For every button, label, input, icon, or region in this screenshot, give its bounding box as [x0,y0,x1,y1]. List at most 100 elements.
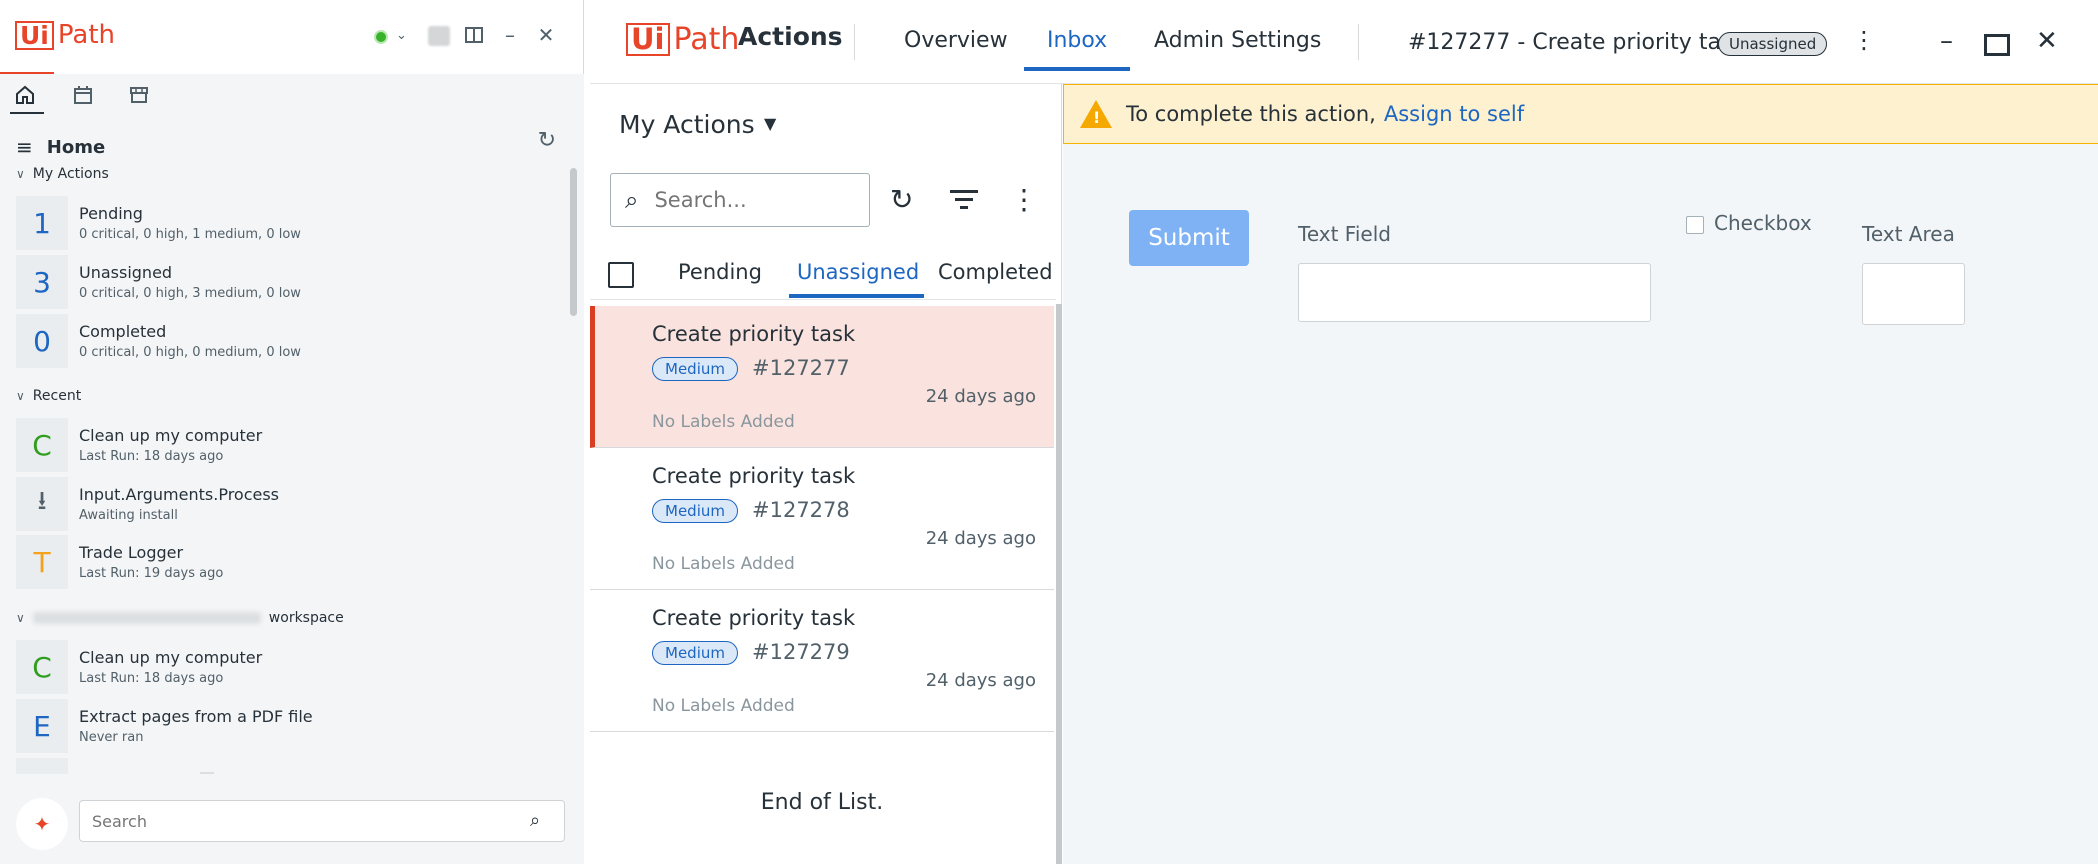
checkbox[interactable] [1686,216,1704,234]
calendar-tab[interactable] [68,82,98,108]
minimize-icon[interactable]: – [1940,26,1953,56]
chevron-down-icon: ∨ [16,389,25,403]
more-vert-icon[interactable]: ⋮ [1852,26,1876,54]
tab-pending[interactable]: Pending [678,260,762,284]
workspace-section-header[interactable]: ∨ workspace [16,610,344,626]
uipath-logo: Ui Path [15,20,115,50]
priority-badge: Medium [652,357,738,381]
home-icon [16,85,34,104]
action-card[interactable]: Create priority task Medium #127277 24 d… [590,306,1054,448]
store-tab[interactable] [124,82,154,108]
assistant-search-input[interactable] [79,800,565,842]
priority-badge: Medium [652,499,738,523]
logo-path-text: Path [673,22,740,57]
caret-down-icon[interactable]: ▼ [764,114,776,133]
logo-path-text: Path [57,20,115,50]
text-area-label: Text Area [1862,222,1955,246]
recent-section-header[interactable]: ∨ Recent [16,388,81,404]
action-card[interactable]: Create priority task Medium #127279 24 d… [590,590,1054,732]
assign-to-self-link[interactable]: Assign to self [1384,102,1524,126]
product-name: Actions [738,22,843,51]
search-icon: ⌕ [625,186,639,214]
recent-item[interactable]: ⭳ Input.Arguments.Process Awaiting insta… [16,477,556,531]
calendar-icon [74,86,92,104]
priority-badge: Medium [652,641,738,665]
my-actions-section-header[interactable]: ∨ My Actions [16,166,109,182]
list-search-box[interactable]: ⌕ [610,173,870,227]
workspace-item[interactable]: E Extract pages from a PDF file Never ra… [16,699,556,753]
status-online-icon[interactable] [374,30,388,44]
header-divider [854,24,855,60]
chevron-down-icon: ∨ [16,167,25,181]
action-card[interactable]: Create priority task Medium #127278 24 d… [590,448,1054,590]
text-field-input[interactable] [1298,263,1651,322]
account-avatar[interactable] [428,26,450,46]
process-letter-badge: C [16,640,68,694]
actions-header: Ui Path Actions Overview Inbox Admin Set… [590,0,2098,84]
tab-completed[interactable]: Completed [938,260,1053,284]
tab-overview[interactable]: Overview [904,28,1008,53]
recent-item[interactable]: T Trade Logger Last Run: 19 days ago [16,535,556,589]
filter-icon[interactable] [950,190,978,212]
uipath-logo: Ui Path [626,22,739,57]
assistant-body: ≡ Home ↻ ∨ My Actions 1 Pending 0 critic… [0,114,584,775]
chevron-down-icon[interactable]: ⌄ [396,28,407,43]
refresh-icon[interactable]: ↻ [890,183,913,216]
process-letter-badge: E [16,699,68,753]
refresh-icon[interactable]: ↻ [538,128,556,153]
layout-toggle-icon[interactable] [465,27,483,43]
list-item-partial [16,758,68,774]
count-badge: 3 [16,255,68,309]
action-list-pane: My Actions ▼ ⌕ ↻ ⋮ Pending Unassigned Co… [590,84,1062,864]
search-icon[interactable]: ⌕ [530,810,540,831]
list-title[interactable]: My Actions [619,110,755,139]
end-of-list-text: End of List. [760,790,884,815]
close-icon[interactable]: ✕ [2036,26,2058,56]
tab-unassigned[interactable]: Unassigned [797,260,919,284]
autopilot-avatar-icon[interactable]: ✦ [16,798,68,850]
submit-button[interactable]: Submit [1129,210,1249,266]
home-tab[interactable] [10,82,40,108]
minimize-icon[interactable]: – [500,22,520,48]
assistant-tab-bar [0,74,584,114]
assistant-scrollbar[interactable] [570,168,577,316]
my-actions-unassigned[interactable]: 3 Unassigned 0 critical, 0 high, 3 mediu… [16,255,556,309]
task-title: #127277 - Create priority task [1408,30,1746,55]
assistant-footer: ✦ ⌕ [0,774,584,864]
download-icon: ⭳ [16,477,68,531]
logo-ui-mark: Ui [626,23,670,56]
store-icon [130,87,148,103]
more-vert-icon[interactable]: ⋮ [1010,183,1038,216]
menu-icon[interactable]: ≡ [16,135,33,159]
checkbox-label: Checkbox [1714,211,1812,235]
logo-ui-mark: Ui [15,20,54,50]
status-badge: Unassigned [1718,32,1828,56]
list-search-input[interactable] [654,188,835,212]
process-letter-badge: C [16,418,68,472]
list-scrollbar[interactable] [1056,304,1062,864]
select-all-checkbox[interactable] [608,262,634,288]
assign-warning-banner: ! To complete this action, Assign to sel… [1063,84,2098,144]
active-tab-underline [1024,67,1130,71]
home-header: ≡ Home [16,132,566,162]
chevron-down-icon: ∨ [16,611,25,625]
count-badge: 1 [16,196,68,250]
count-badge: 0 [16,314,68,368]
warning-icon: ! [1080,100,1112,128]
text-field-label: Text Field [1298,222,1391,246]
process-letter-badge: T [16,535,68,589]
tab-inbox[interactable]: Inbox [1047,28,1107,53]
close-icon[interactable]: ✕ [536,22,556,48]
header-divider [1358,24,1359,60]
maximize-icon[interactable] [1984,34,2010,56]
actions-window: Ui Path Actions Overview Inbox Admin Set… [590,0,2098,864]
workspace-item[interactable]: C Clean up my computer Last Run: 18 days… [16,640,556,694]
my-actions-pending[interactable]: 1 Pending 0 critical, 0 high, 1 medium, … [16,196,556,250]
home-title: Home [46,136,106,158]
tab-admin-settings[interactable]: Admin Settings [1154,28,1321,53]
recent-item[interactable]: C Clean up my computer Last Run: 18 days… [16,418,556,472]
text-area-input[interactable] [1862,263,1965,325]
my-actions-completed[interactable]: 0 Completed 0 critical, 0 high, 0 medium… [16,314,556,368]
redacted-account-name [32,612,261,624]
divider [590,299,1056,300]
